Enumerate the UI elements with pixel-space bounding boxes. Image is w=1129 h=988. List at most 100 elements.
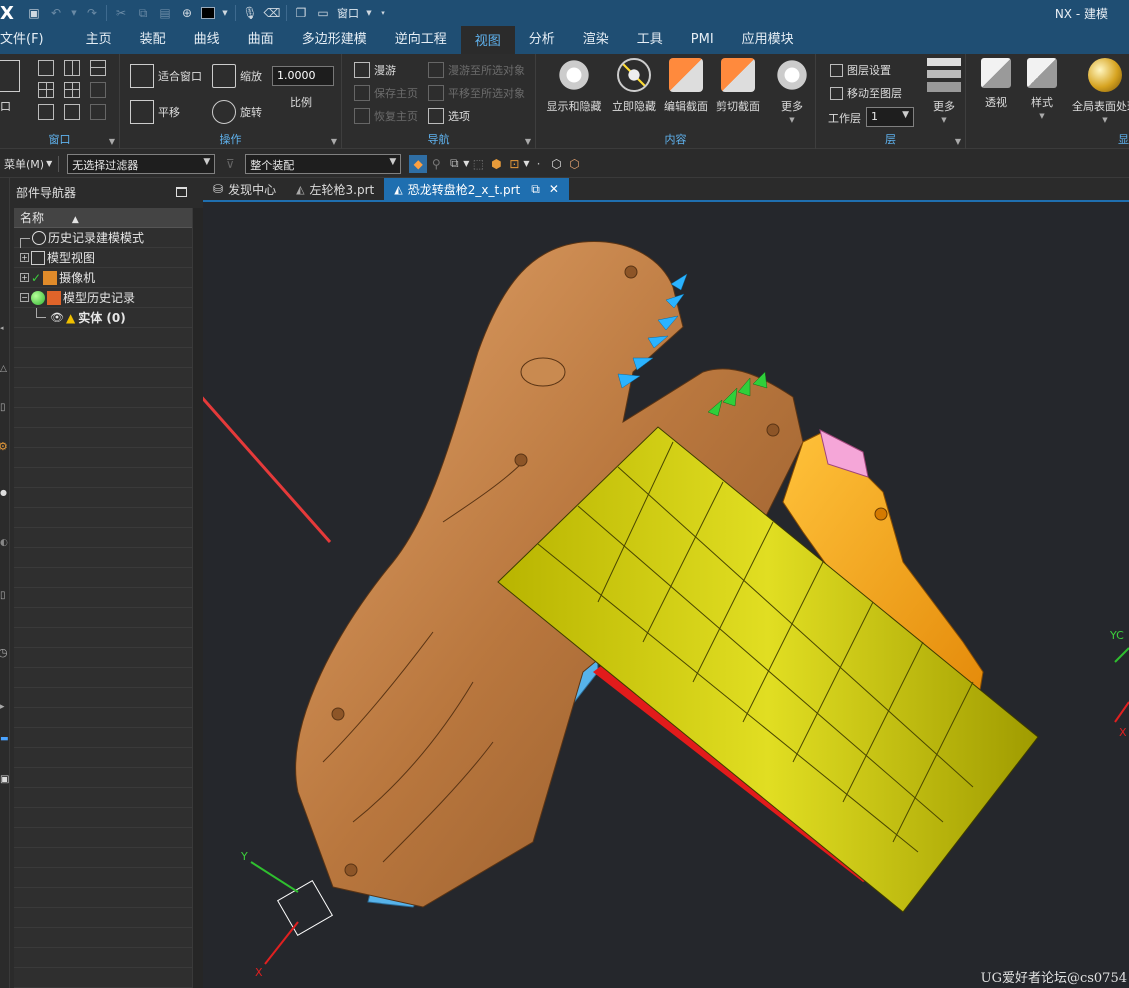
save-home-button[interactable]: 保存主页 [354, 85, 418, 101]
tab-dinosaur-part[interactable]: ◭ 恐龙转盘枪2_x_t.prt ⧉ ✕ [384, 178, 569, 200]
tree-row-history-mode[interactable]: 历史记录建模模式 [14, 228, 192, 248]
view-cube-orange-icon[interactable]: ⬡ [566, 155, 584, 173]
tab-pmi[interactable]: PMI [677, 26, 728, 54]
cut-icon[interactable]: ✂ [113, 5, 129, 21]
tab-curve[interactable]: 曲线 [180, 26, 234, 54]
snap-point-icon[interactable]: ⊡ [505, 155, 523, 173]
resource-icon[interactable]: ⚙ [0, 440, 8, 453]
chevron-down-icon[interactable]: ▼ [955, 137, 961, 146]
maximize-icon[interactable] [176, 187, 187, 197]
microphone-icon[interactable]: 🎙 [242, 5, 258, 21]
paste-icon[interactable]: ▤ [157, 5, 173, 21]
layer-settings-button[interactable]: 图层设置 [830, 62, 891, 78]
chevron-down-icon[interactable]: ▼ [331, 137, 337, 146]
expand-icon[interactable]: + [20, 253, 29, 262]
check-icon[interactable]: ✓ [31, 271, 41, 285]
file-menu[interactable]: 文件(F) [0, 26, 58, 54]
view-cube-icon[interactable]: ⬡ [548, 155, 566, 173]
tab-polygon-modeling[interactable]: 多边形建模 [288, 26, 381, 54]
tab-discovery-center[interactable]: ⛁ 发现中心 [203, 178, 286, 200]
zoom-button[interactable]: 缩放 [212, 64, 262, 88]
pan-button[interactable]: 平移 [130, 100, 180, 124]
popout-icon[interactable]: ⧉ [531, 182, 540, 197]
fit-button[interactable]: 适合窗口 [130, 64, 202, 88]
window-icon[interactable] [0, 60, 20, 92]
tab-view[interactable]: 视图 [460, 26, 515, 54]
roam-button[interactable]: 漫游 [354, 62, 396, 78]
eye-icon[interactable]: 👁 [50, 311, 64, 324]
select-feature-icon[interactable]: ⚲ [427, 155, 445, 173]
layout-two-horizontal-icon[interactable] [90, 60, 106, 76]
layout-four-icon[interactable] [38, 82, 54, 98]
chevron-down-icon[interactable]: ▼ [46, 159, 52, 168]
tab-surface[interactable]: 曲面 [234, 26, 288, 54]
work-layer-select[interactable]: 1 ▼ [866, 107, 914, 127]
color-swatch[interactable] [201, 7, 215, 19]
layout-three-icon[interactable] [38, 104, 54, 120]
chevron-down-icon[interactable]: ▼ [221, 5, 229, 21]
close-icon[interactable]: ✕ [549, 182, 559, 196]
redo-icon[interactable]: ↷ [84, 5, 100, 21]
copy-window-icon[interactable]: ❐ [293, 5, 309, 21]
layout-three-alt-icon[interactable] [64, 104, 80, 120]
customize-icon[interactable]: ▾ [379, 5, 387, 21]
copy-icon[interactable]: ⧉ [135, 5, 151, 21]
resource-icon[interactable]: ◂ [0, 324, 4, 332]
undo-icon[interactable]: ↶ [48, 5, 64, 21]
chevron-down-icon[interactable]: ▼ [525, 137, 531, 146]
tab-assembly[interactable]: 装配 [126, 26, 180, 54]
layout-two-vertical-icon[interactable] [64, 60, 80, 76]
resource-icon[interactable]: ▬ [0, 734, 9, 744]
window-menu-button[interactable]: 窗口 [337, 5, 359, 21]
name-column-header[interactable]: 名称 ▲ [14, 208, 192, 228]
resource-icon[interactable]: ◷ [0, 646, 8, 659]
resource-icon[interactable]: ▯ [0, 590, 6, 601]
show-hide-button[interactable]: 显示和隐藏 [542, 58, 606, 114]
eraser-icon[interactable]: ⌫ [264, 5, 281, 21]
tab-reverse-engineering[interactable]: 逆向工程 [381, 26, 461, 54]
pan-selected-button[interactable]: 平移至所选对象 [428, 85, 525, 101]
selection-filter-select[interactable]: 无选择过滤器 ▼ [67, 153, 216, 174]
navigator-scrollbar[interactable] [192, 208, 203, 988]
resource-icon[interactable]: ▸ [0, 702, 5, 712]
save-icon[interactable]: ▣ [26, 5, 42, 21]
resource-icon[interactable]: ▯ [0, 402, 6, 413]
resource-icon[interactable]: △ [0, 364, 7, 374]
tree-row-cameras[interactable]: + ✓ 摄像机 [14, 268, 192, 288]
scale-input[interactable]: 1.0000 [272, 66, 334, 86]
tree-row-body[interactable]: 👁 ▲ 实体 (0) [14, 307, 192, 328]
tab-analysis[interactable]: 分析 [515, 26, 569, 54]
chevron-down-icon[interactable]: ▼ [109, 137, 115, 146]
layout-single-icon[interactable] [38, 60, 54, 76]
type-filter-icon[interactable]: ⧉ [445, 155, 463, 173]
select-all-icon[interactable]: ⬚ [469, 155, 487, 173]
tab-home[interactable]: 主页 [72, 26, 126, 54]
tab-revolver-part[interactable]: ◭ 左轮枪3.prt [286, 178, 384, 200]
tab-tools[interactable]: 工具 [623, 26, 677, 54]
resource-icon[interactable]: ● [0, 488, 7, 497]
filter-icon[interactable]: ⊽ [221, 155, 239, 173]
global-surface-button[interactable]: 全局表面处理 ▼ [1070, 58, 1129, 124]
graphics-viewport[interactable]: Y X YC X UG爱好者论坛@cs0754 [203, 202, 1129, 988]
chevron-down-icon[interactable]: ▼ [365, 5, 373, 21]
collapse-icon[interactable]: − [20, 293, 29, 302]
menu-button[interactable]: 菜单(M) [4, 156, 44, 172]
move-to-layer-button[interactable]: 移动至图层 [830, 85, 902, 101]
select-icon[interactable]: ⊕ [179, 5, 195, 21]
restore-home-button[interactable]: 恢复主页 [354, 108, 418, 124]
tab-render[interactable]: 渲染 [569, 26, 623, 54]
expand-icon[interactable]: + [20, 273, 29, 282]
layout-four-alt-icon[interactable] [64, 82, 80, 98]
select-object-icon[interactable]: ◆ [409, 154, 428, 173]
tree-row-model-views[interactable]: + 模型视图 [14, 248, 192, 268]
rotate-button[interactable]: 旋转 [212, 100, 262, 124]
tree-row-model-history[interactable]: − 模型历史记录 [14, 288, 192, 308]
tab-application[interactable]: 应用模块 [728, 26, 808, 54]
content-more-button[interactable]: 更多 ▼ [760, 58, 824, 124]
resource-icon[interactable]: ▣ [0, 774, 9, 785]
chevron-down-icon[interactable]: ▼ [70, 5, 78, 21]
options-button[interactable]: 选项 [428, 108, 470, 124]
snap-icon[interactable]: ⬢ [487, 155, 505, 173]
resource-icon[interactable]: ◐ [0, 538, 8, 548]
selection-scope-select[interactable]: 整个装配 ▼ [245, 153, 402, 174]
